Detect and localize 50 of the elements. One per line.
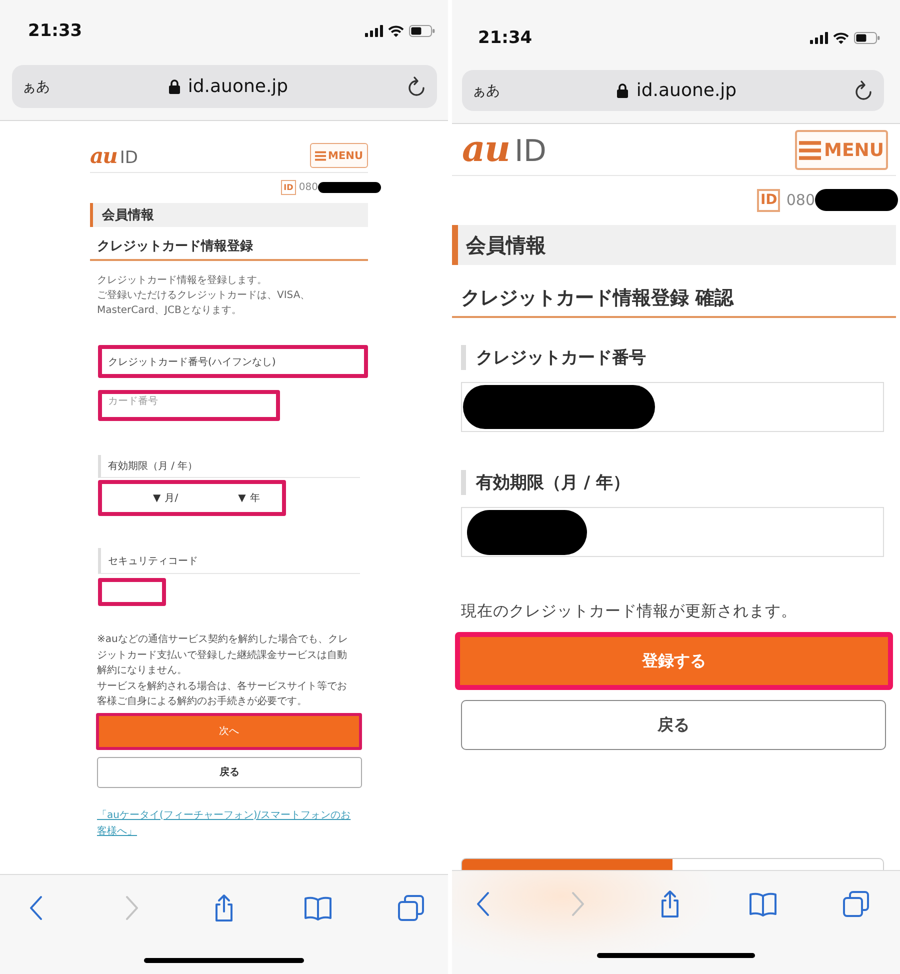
lock-icon xyxy=(617,83,628,98)
address-bar[interactable]: ぁあ id.auone.jp xyxy=(462,70,884,111)
reload-icon[interactable] xyxy=(407,76,427,98)
battery-icon xyxy=(409,25,435,37)
section-heading: 会員情報 xyxy=(452,225,896,265)
unit-label: 月/ xyxy=(164,492,178,505)
text-size-button[interactable]: ぁあ xyxy=(22,78,50,96)
field-label: 有効期限（月 / 年） xyxy=(98,455,360,478)
id-badge: ID xyxy=(280,180,296,195)
au-id-logo: au ID xyxy=(462,128,546,170)
section-heading: 会員情報 xyxy=(90,203,368,227)
dropdown-button[interactable]: ▼ xyxy=(238,492,246,504)
intro-text: クレジットカード情報を登録します。 ご登録いただけるクレジットカードは、VISA、 MasterCard、JCBとなります。 xyxy=(96,274,312,318)
menu-icon xyxy=(799,140,822,160)
account-number: 080 xyxy=(786,191,815,209)
id-badge: ID xyxy=(757,188,780,212)
wifi-icon xyxy=(833,32,849,44)
signal-icon xyxy=(810,32,828,44)
status-time: 21:34 xyxy=(478,28,532,48)
tabs-icon[interactable] xyxy=(397,894,425,922)
url-text: id.auone.jp xyxy=(636,80,737,101)
unit-label: 年 xyxy=(250,492,260,505)
field-label: クレジットカード番号 xyxy=(461,345,896,370)
status-time: 21:33 xyxy=(28,21,82,41)
text-size-button[interactable]: ぁあ xyxy=(472,82,500,100)
dropdown-button[interactable]: ▼ xyxy=(153,492,161,504)
bookmarks-icon[interactable] xyxy=(749,890,777,918)
field-label: クレジットカード番号(ハイフンなし) xyxy=(98,345,368,378)
back-button[interactable]: 戻る xyxy=(97,756,362,788)
wifi-icon xyxy=(388,25,404,37)
bookmarks-icon[interactable] xyxy=(304,894,332,922)
field-label: 有効期限（月 / 年） xyxy=(461,470,896,495)
notice-text: 現在のクレジットカード情報が更新されます。 xyxy=(461,601,798,622)
battery-icon xyxy=(854,32,880,44)
page-title: クレジットカード情報登録 確認 xyxy=(452,283,896,318)
security-code-input[interactable] xyxy=(98,578,166,606)
lock-icon xyxy=(168,79,180,94)
field-label: セキュリティコード xyxy=(98,548,360,574)
notice-text: ※auなどの通信サービス契約を解約した場合でも、クレ ジットカード支払いで登録した継続課金サービスは自動 解約になりません。 サービスを解約される場合は、各サービスサイト等でお 客様ご自身による解約のお手続きが必要です。 xyxy=(96,632,349,709)
signal-icon xyxy=(365,25,383,37)
menu-icon xyxy=(315,150,326,160)
card-number-input[interactable]: カード番号 xyxy=(98,390,280,421)
page-title: クレジットカード情報登録 xyxy=(90,237,368,261)
url-text: id.auone.jp xyxy=(188,76,288,97)
address-bar[interactable]: ぁあ id.auone.jp xyxy=(12,65,437,108)
au-id-logo: au ID xyxy=(90,143,138,168)
account-number: 080 xyxy=(298,182,318,193)
back-button[interactable]: 戻る xyxy=(461,700,886,750)
reload-icon[interactable] xyxy=(854,80,874,102)
tabs-icon[interactable] xyxy=(842,890,870,918)
